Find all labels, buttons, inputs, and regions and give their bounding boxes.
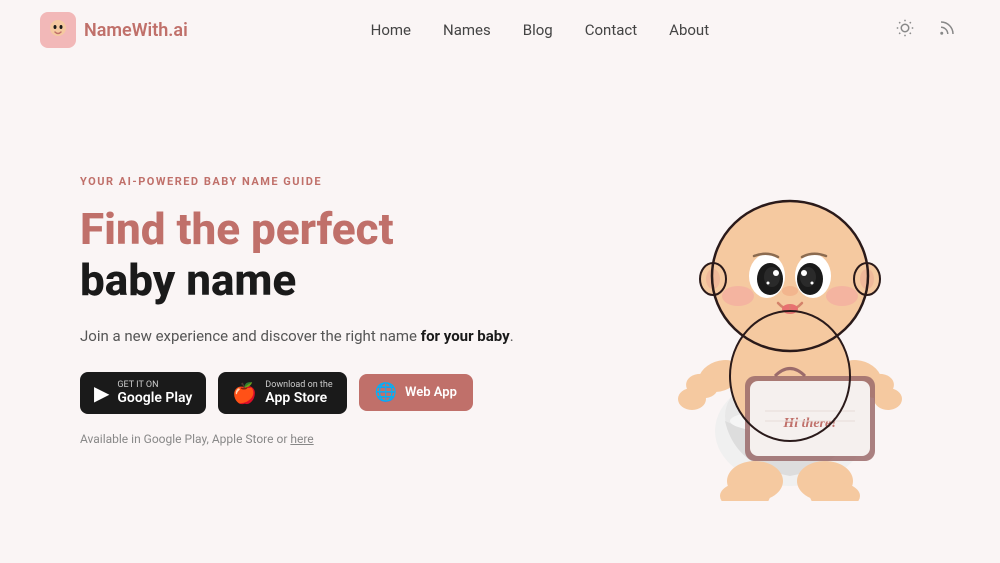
google-play-button[interactable]: ▶ GET IT ON Google Play [80,372,206,414]
svg-text:Hi there!: Hi there! [782,416,836,431]
nav-contact[interactable]: Contact [585,21,637,39]
apple-icon: 🍎 [232,381,257,405]
logo-text: NameWith.ai [84,20,188,41]
hero-illustration: Hi there! [620,121,960,501]
hero-subtitle: Your AI-Powered Baby Name Guide [80,175,560,188]
google-play-icon: ▶ [94,381,109,405]
theme-toggle-button[interactable] [892,15,918,46]
main-nav: Home Names Blog Contact About [371,21,709,39]
nav-blog[interactable]: Blog [523,21,553,39]
availability-text: Available in Google Play, Apple Store or… [80,432,560,446]
nav-names[interactable]: Names [443,21,491,39]
store-buttons: ▶ GET IT ON Google Play 🍎 Download on th… [80,372,560,414]
rss-button[interactable] [934,15,960,46]
logo-icon [40,12,76,48]
availability-link[interactable]: here [290,432,313,446]
app-store-button[interactable]: 🍎 Download on the App Store [218,372,346,414]
hero-description: Join a new experience and discover the r… [80,325,560,348]
nav-about[interactable]: About [669,21,709,39]
hero-content: Your AI-Powered Baby Name Guide Find the… [80,175,560,446]
logo[interactable]: NameWith.ai [40,12,188,48]
header-actions [892,15,960,46]
nav-home[interactable]: Home [371,21,411,39]
web-app-button[interactable]: 🌐 Web App [359,374,473,411]
globe-icon: 🌐 [375,382,397,403]
hero-headline: Find the perfect baby name [80,204,560,305]
